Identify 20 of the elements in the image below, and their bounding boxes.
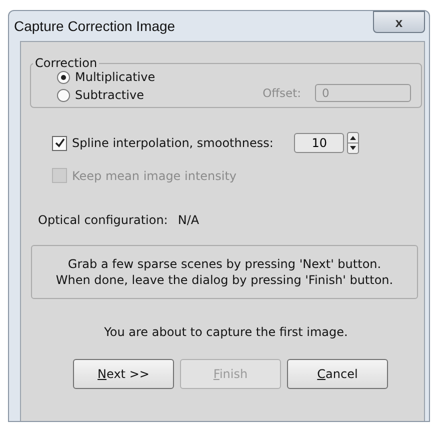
radio-button[interactable] — [57, 70, 70, 84]
checkbox[interactable] — [52, 136, 67, 150]
radio-label: Multiplicative — [75, 70, 156, 84]
optical-value: N/A — [178, 213, 200, 227]
close-button[interactable]: x — [373, 11, 425, 33]
info-text: Grab a few sparse scenes by pressing 'Next' button. — [66, 256, 382, 272]
radio-label: Subtractive — [75, 88, 144, 102]
dialog-button[interactable]: Next >> — [73, 359, 174, 389]
spin-buttons[interactable] — [347, 132, 360, 154]
window-title: Capture Correction Image — [14, 18, 176, 34]
smoothness-field[interactable]: 10 — [294, 133, 344, 153]
checkbox-label: Spline interpolation, smoothness: — [72, 136, 274, 150]
offset-label: Offset: — [262, 86, 301, 100]
optical-label: Optical configuration: — [38, 213, 168, 227]
dialog-button[interactable]: Cancel — [287, 359, 388, 389]
checkbox-label: Keep mean image intensity — [72, 168, 237, 182]
info-text: When done, leave the dialog by pressing 'Finish' button. — [54, 272, 394, 288]
status-text: You are about to capture the first image. — [103, 325, 349, 339]
group-title: Correction — [34, 56, 98, 70]
radio-button[interactable] — [57, 88, 70, 102]
